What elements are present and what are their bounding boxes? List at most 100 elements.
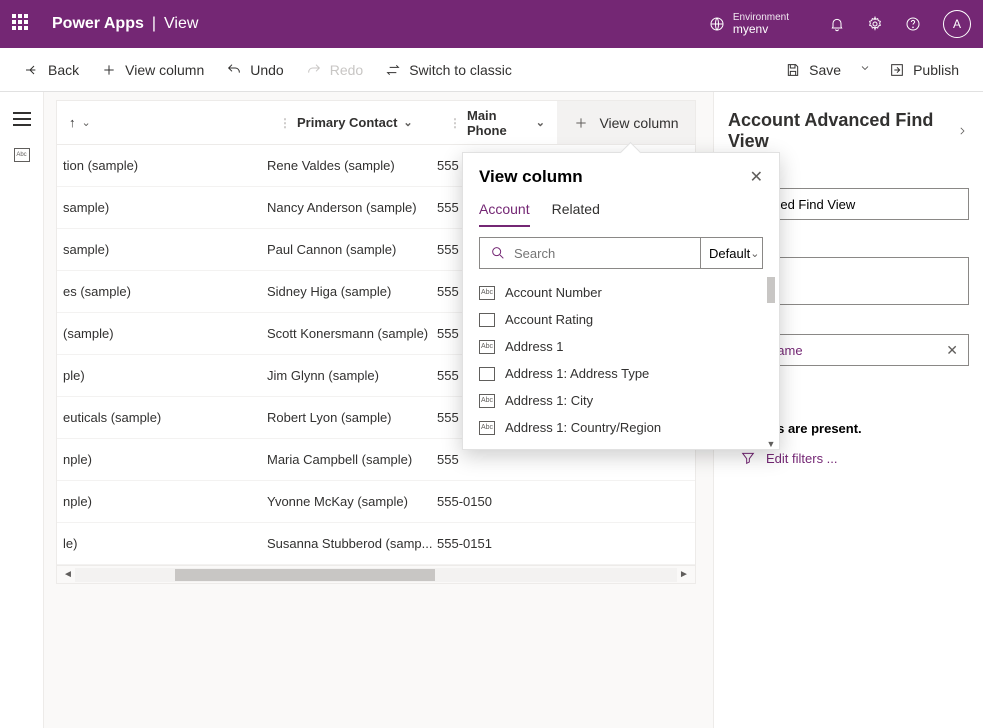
column-header-primary-contact[interactable]: ⋮ Primary Contact ⌄ [267,115,437,130]
left-rail: Abc [0,92,44,728]
chevron-down-icon [859,62,871,74]
cell-account: euticals (sample) [57,410,267,425]
field-label: Address 1 [505,339,564,354]
app-header: Power Apps | View Environment myenv A [0,0,983,48]
table-row[interactable]: le)Susanna Stubberod (samp...555-0151 [57,523,695,565]
view-column-button[interactable]: View column [91,56,214,84]
column-header-main-phone[interactable]: ⋮ Main Phone ⌄ [437,108,557,138]
chevron-down-icon: ⌄ [750,247,759,260]
add-column-button[interactable]: View column [557,101,695,144]
app-title: Power Apps [52,15,144,33]
save-button[interactable]: Save [775,56,851,84]
flyout-title: View column [479,167,583,187]
panel-title: Account Advanced Find View [728,110,956,152]
table-row[interactable]: nple)Yvonne McKay (sample)555-0150 [57,481,695,523]
cell-account: nple) [57,494,267,509]
edit-filters-button[interactable]: Edit filters ... [728,450,969,466]
cell-account: es (sample) [57,284,267,299]
scroll-down-icon[interactable]: ▼ [765,439,777,449]
cell-contact: Sidney Higa (sample) [267,284,437,299]
field-option[interactable]: Abc Account Number [473,279,773,306]
field-label: Address 1: Country/Region [505,420,661,435]
remove-chip-icon[interactable]: ✕ [946,342,958,359]
scrollbar-thumb[interactable] [767,277,775,303]
text-field-icon: Abc [479,421,495,435]
field-label: Address 1: Address Type [505,366,649,381]
cell-contact: Susanna Stubberod (samp... [267,536,437,551]
cell-account: le) [57,536,267,551]
tab-account[interactable]: Account [479,195,530,227]
field-option[interactable]: AbcAddress 1: City [473,387,773,414]
scroll-right-icon[interactable]: ► [677,569,691,580]
cell-account: nple) [57,452,267,467]
grip-icon: ⋮ [449,116,461,130]
cell-account: tion (sample) [57,158,267,173]
column-header-sorted[interactable]: ↑ ⌄ [57,115,267,130]
close-icon[interactable]: ✕ [750,167,763,187]
cell-contact: Nancy Anderson (sample) [267,200,437,215]
cell-account: sample) [57,200,267,215]
search-input[interactable] [514,246,690,261]
field-option[interactable]: Address 1: Address Type [473,360,773,387]
save-split-button[interactable] [853,55,877,85]
text-field-icon: Abc [479,286,495,300]
scrollbar-thumb[interactable] [175,569,435,581]
bell-icon[interactable] [829,16,845,32]
field-label: Account Rating [505,312,593,327]
cell-contact: Yvonne McKay (sample) [267,494,437,509]
field-option[interactable]: Account Rating [473,306,773,333]
cell-contact: Paul Cannon (sample) [267,242,437,257]
chevron-down-icon: ⌄ [82,116,91,129]
field-option[interactable]: Abc Address 1: Country/Region [473,414,773,441]
command-bar: Back View column Undo Redo Switch to cla… [0,48,983,92]
plus-icon [101,62,117,78]
cell-contact: Jim Glynn (sample) [267,368,437,383]
field-option[interactable]: Abc Address 1 [473,333,773,360]
gear-icon[interactable] [867,16,883,32]
grip-icon: ⋮ [279,116,291,130]
option-field-icon [479,367,495,381]
chevron-down-icon: ⌄ [403,116,412,129]
chevron-down-icon: ⌄ [536,116,545,129]
scroll-left-icon[interactable]: ◄ [61,569,75,580]
chevron-right-icon[interactable] [956,124,969,138]
field-type-icon[interactable]: Abc [14,148,30,162]
cell-contact: Maria Campbell (sample) [267,452,437,467]
back-button[interactable]: Back [14,56,89,84]
environment-picker[interactable]: Environment myenv [709,12,809,36]
sort-dropdown[interactable]: Default ⌄ [700,238,767,268]
sort-asc-icon: ↑ [69,115,76,130]
app-section: View [164,15,198,33]
view-column-flyout: View column ✕ Account Related Default ⌄ … [462,152,780,450]
hamburger-icon[interactable] [13,112,31,126]
cell-contact: Robert Lyon (sample) [267,410,437,425]
waffle-icon[interactable] [12,14,32,34]
undo-button[interactable]: Undo [216,56,293,84]
horizontal-scrollbar[interactable]: ◄ ► [57,565,695,583]
cell-account: ple) [57,368,267,383]
env-label: Environment [733,12,789,23]
help-icon[interactable] [905,16,921,32]
cell-phone: 555-0150 [437,494,557,509]
env-name: myenv [733,23,789,36]
publish-button[interactable]: Publish [879,56,969,84]
search-icon [490,245,506,261]
plus-icon [573,115,589,131]
switch-icon [385,62,401,78]
globe-icon [709,16,725,32]
title-separator: | [152,15,156,33]
cell-account: sample) [57,242,267,257]
field-label: Account Number [505,285,602,300]
option-field-icon [479,313,495,327]
text-field-icon: Abc [479,340,495,354]
column-header-row: ↑ ⌄ ⋮ Primary Contact ⌄ ⋮ Main Phone ⌄ V… [57,101,695,145]
tab-related[interactable]: Related [552,195,600,227]
cell-account: (sample) [57,326,267,341]
flyout-scrollbar[interactable]: ▲ ▼ [765,277,777,447]
switch-classic-button[interactable]: Switch to classic [375,56,522,84]
avatar[interactable]: A [943,10,971,38]
filter-icon [740,450,756,466]
cell-phone: 555-0151 [437,536,557,551]
cell-phone: 555 [437,452,557,467]
field-label: Address 1: City [505,393,593,408]
